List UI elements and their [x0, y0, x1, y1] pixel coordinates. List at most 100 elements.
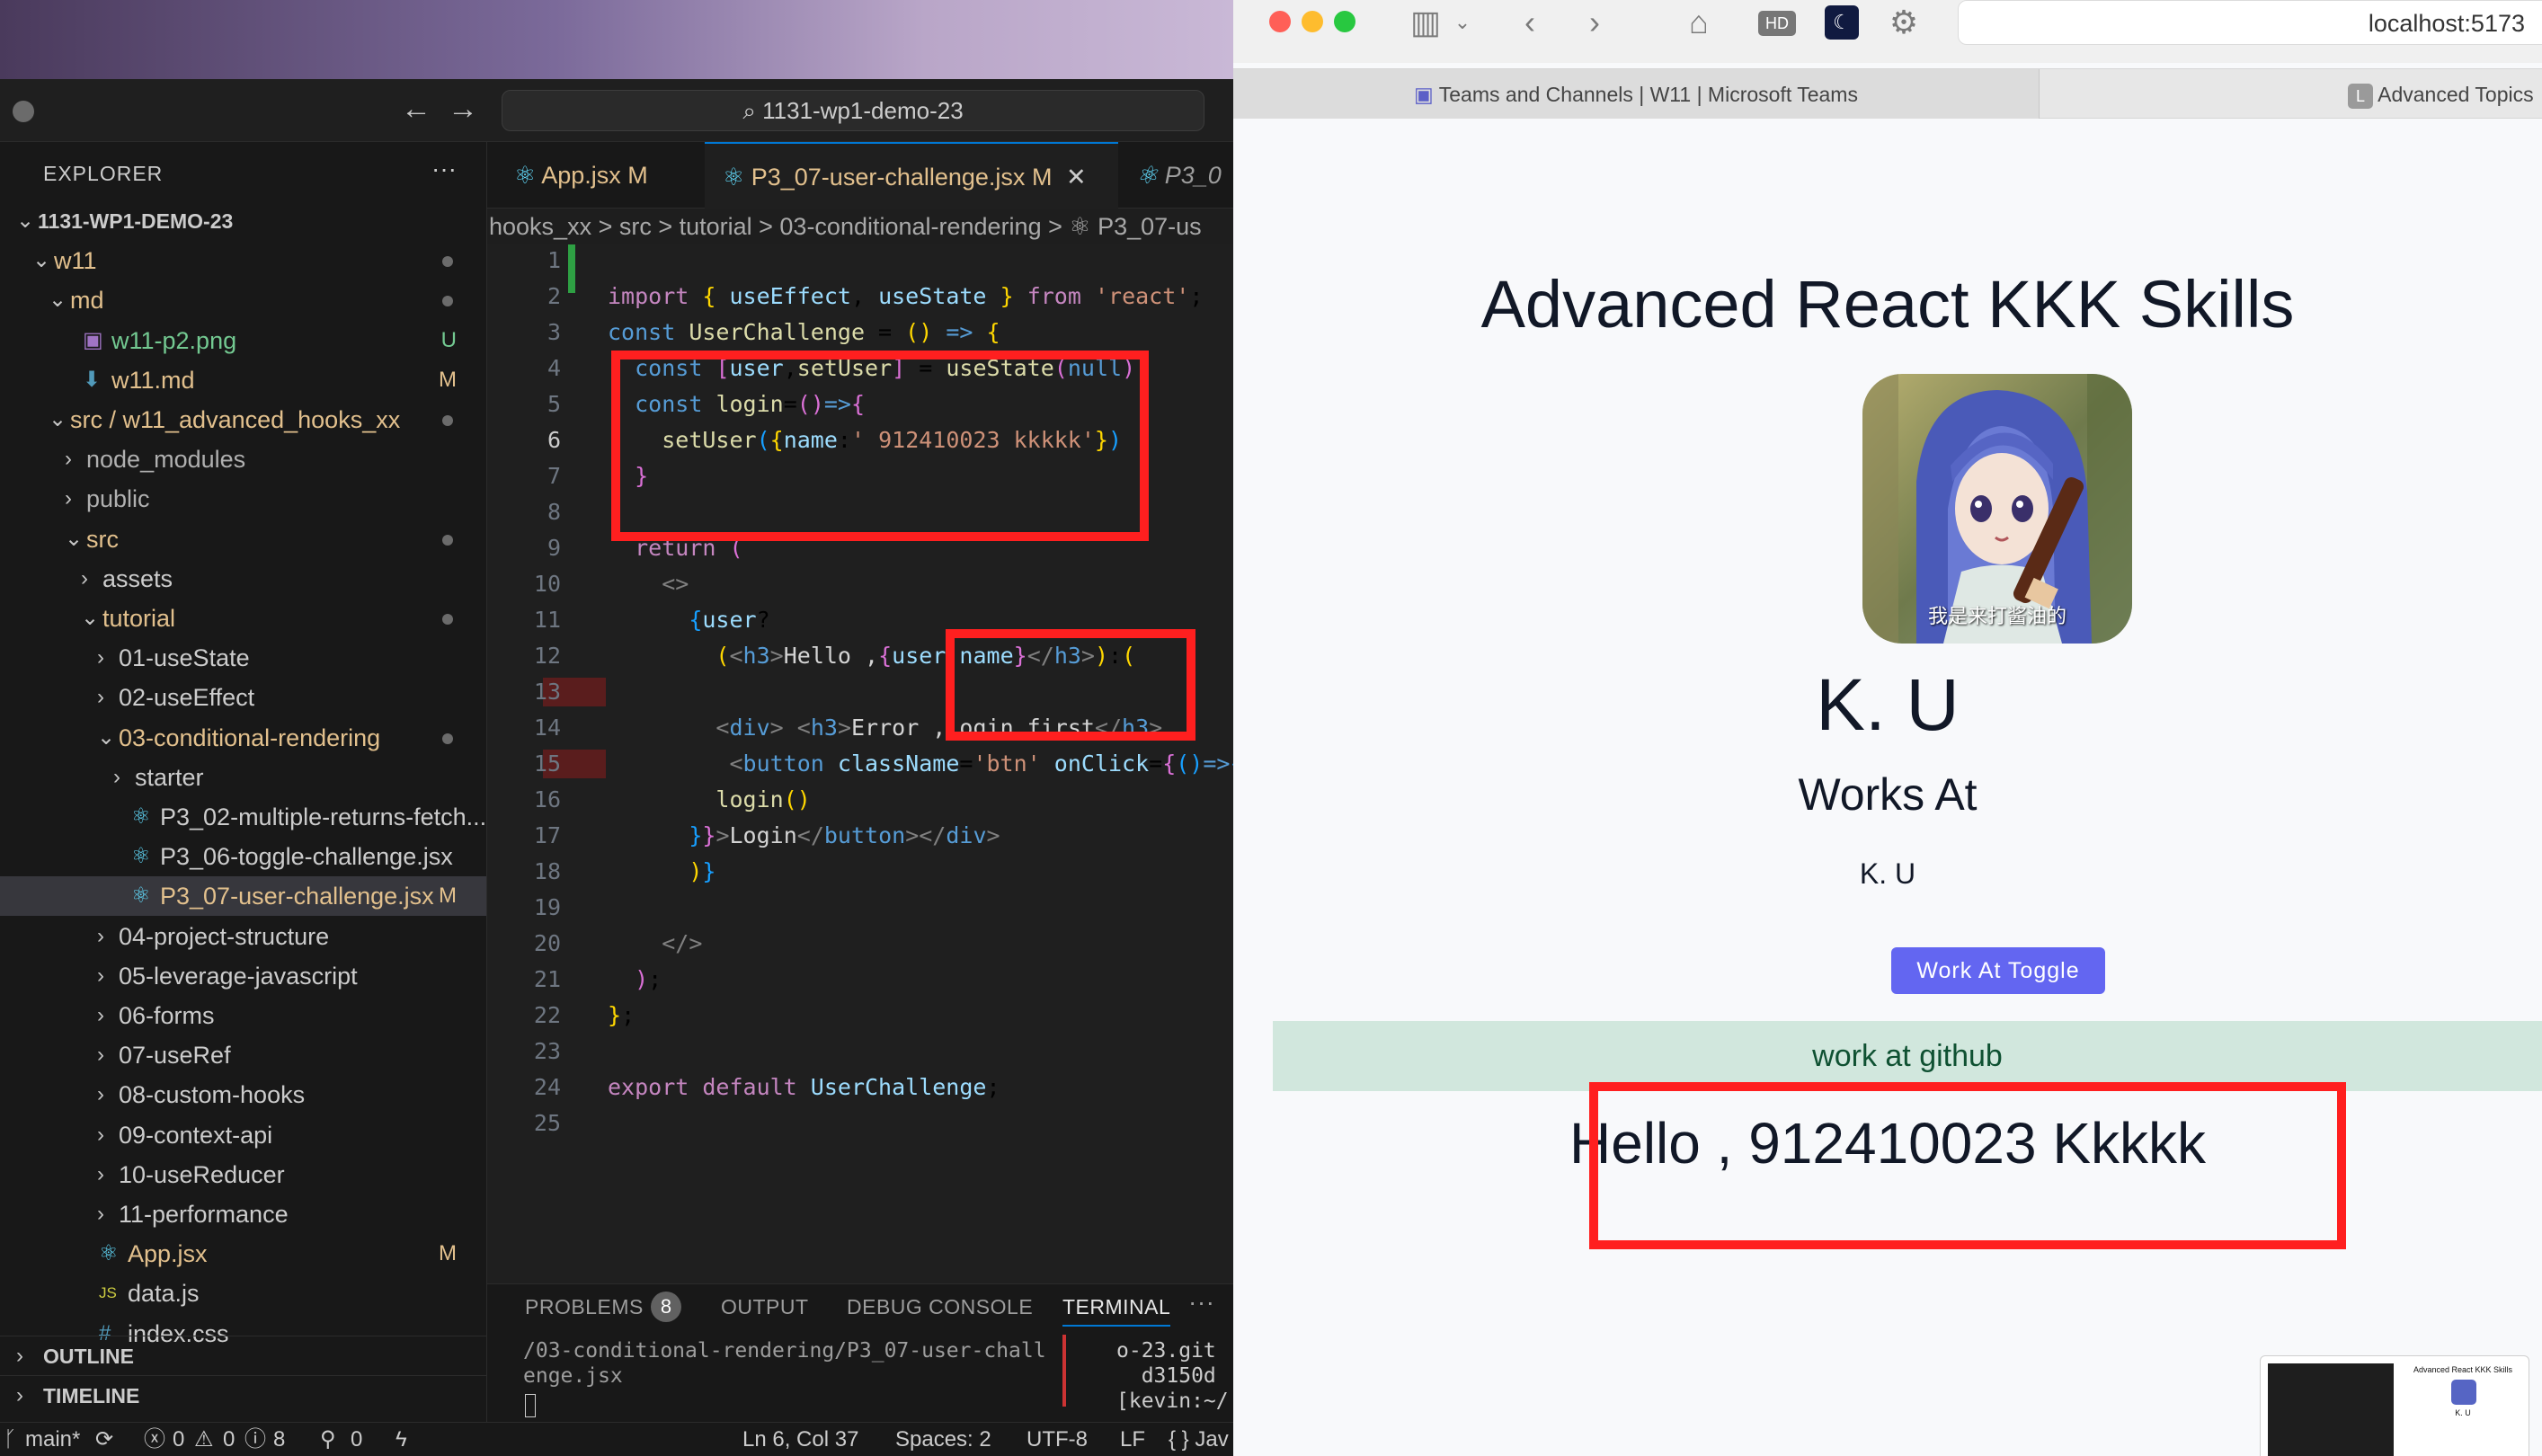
- outline-section[interactable]: › OUTLINE: [0, 1336, 486, 1376]
- tab-teams[interactable]: ▣ Teams and Channels | W11 | Microsoft T…: [1233, 69, 2040, 120]
- tab-debug-console[interactable]: DEBUG CONSOLE: [847, 1295, 1033, 1319]
- code-line[interactable]: 21 );: [487, 963, 1233, 996]
- tree-item[interactable]: › node_modules: [0, 439, 486, 479]
- tree-item[interactable]: ⌄ tutorial: [0, 599, 486, 638]
- line-number: 2: [547, 283, 561, 309]
- code-line[interactable]: 20 </>: [487, 928, 1233, 960]
- timeline-section[interactable]: › TIMELINE: [0, 1375, 486, 1416]
- ports-count[interactable]: 0: [351, 1423, 362, 1456]
- forward-arrow-icon[interactable]: →: [448, 93, 478, 124]
- close-icon[interactable]: ✕: [1066, 164, 1087, 191]
- home-icon[interactable]: ⌂: [1679, 0, 1719, 45]
- gear-icon[interactable]: ⚙: [1884, 0, 1924, 45]
- tree-item[interactable]: ▣ w11-p2.png U: [0, 321, 486, 360]
- info-count[interactable]: 8: [273, 1423, 285, 1456]
- tree-item[interactable]: › 05-leverage-javascript: [0, 956, 486, 996]
- tree-item[interactable]: ⚛ P3_02-multiple-returns-fetch...: [0, 797, 486, 837]
- code-line[interactable]: 16 login(): [487, 784, 1233, 816]
- line-number: 8: [547, 499, 561, 525]
- tree-item[interactable]: › 06-forms: [0, 996, 486, 1035]
- tree-item[interactable]: › 09-context-api: [0, 1115, 486, 1155]
- tab-advanced-topics[interactable]: L Advanced Topics: [2348, 69, 2542, 120]
- tree-item[interactable]: ⌄ src: [0, 519, 486, 559]
- tab-p3-07-user-challenge[interactable]: ⚛ P3_07-user-challenge.jsx M ✕: [705, 142, 1118, 209]
- code-line[interactable]: 23: [487, 1035, 1233, 1068]
- chevron-down-icon: ⌄: [97, 724, 116, 750]
- tree-item[interactable]: ⌄ md: [0, 280, 486, 320]
- tree-item[interactable]: › public: [0, 479, 486, 519]
- code-line[interactable]: 10 <>: [487, 568, 1233, 600]
- desktop-wallpaper: [0, 0, 1233, 79]
- tab-output[interactable]: OUTPUT: [721, 1295, 809, 1319]
- git-branch[interactable]: main*: [25, 1423, 80, 1456]
- more-actions-icon[interactable]: ···: [431, 155, 457, 183]
- code-line[interactable]: 19: [487, 892, 1233, 924]
- tree-item[interactable]: ⚛ P3_06-toggle-challenge.jsx: [0, 837, 486, 876]
- bottom-panel: PROBLEMS 8 OUTPUT DEBUG CONSOLE TERMINAL…: [487, 1283, 1233, 1422]
- window-thumbnail-preview[interactable]: Advanced React KKK Skills K. U: [2260, 1355, 2529, 1456]
- tree-item-label: 02-useEffect: [119, 684, 255, 712]
- tree-item[interactable]: ⌄ src / w11_advanced_hooks_xx: [0, 400, 486, 439]
- tab-terminal[interactable]: TERMINAL: [1062, 1295, 1171, 1327]
- tab-problems[interactable]: PROBLEMS: [525, 1295, 644, 1319]
- code-line[interactable]: 2 import { useEffect, useState } from 're…: [487, 280, 1233, 313]
- tree-item[interactable]: ⚛ App.jsx M: [0, 1234, 486, 1274]
- tree-item-label: public: [86, 485, 150, 513]
- code-line[interactable]: 3 const UserChallenge = () => {: [487, 316, 1233, 349]
- back-arrow-icon[interactable]: ←: [401, 93, 431, 124]
- breadcrumb[interactable]: hooks_xx > src > tutorial > 03-condition…: [487, 209, 1233, 244]
- hd-extension-icon[interactable]: HD: [1758, 11, 1796, 36]
- tree-item[interactable]: › 07-useRef: [0, 1035, 486, 1075]
- code-line[interactable]: 1: [487, 244, 1233, 277]
- close-window-button[interactable]: [1269, 11, 1291, 32]
- back-icon[interactable]: ‹: [1512, 0, 1548, 45]
- forward-icon[interactable]: ›: [1577, 0, 1613, 45]
- tree-item[interactable]: ⌄ 1131-WP1-DEMO-23: [0, 201, 486, 241]
- tree-item[interactable]: › 10-useReducer: [0, 1155, 486, 1194]
- window-control-dot[interactable]: [13, 101, 34, 122]
- zoom-window-button[interactable]: [1334, 11, 1355, 32]
- code-line[interactable]: 17 }}>Login</button></div>: [487, 820, 1233, 852]
- chevron-down-icon[interactable]: ⌄: [1449, 0, 1476, 45]
- tree-item[interactable]: ⚛ P3_07-user-challenge.jsx M: [0, 876, 486, 917]
- tree-item[interactable]: › starter: [0, 758, 486, 797]
- address-bar[interactable]: localhost:5173: [1958, 0, 2542, 45]
- sidebar-toggle-icon[interactable]: ▥: [1406, 0, 1445, 45]
- tree-item[interactable]: › 11-performance: [0, 1194, 486, 1234]
- chevron-right-icon: ›: [97, 1161, 104, 1186]
- tab-p3-0[interactable]: ⚛ P3_0: [1120, 142, 1233, 209]
- tree-item[interactable]: ⬇ w11.md M: [0, 360, 486, 400]
- tree-item[interactable]: ⌄ w11: [0, 241, 486, 280]
- more-actions-icon[interactable]: ···: [1188, 1288, 1214, 1317]
- warning-count[interactable]: 0: [223, 1423, 235, 1456]
- code-line[interactable]: 25: [487, 1107, 1233, 1140]
- tree-item[interactable]: › assets: [0, 559, 486, 599]
- sync-icon[interactable]: ⟳: [95, 1423, 113, 1456]
- end-of-line[interactable]: LF: [1120, 1423, 1145, 1456]
- minimize-window-button[interactable]: [1302, 11, 1323, 32]
- lightning-icon[interactable]: ϟ: [396, 1423, 407, 1456]
- git-branch-icon: ᚴ: [4, 1427, 17, 1452]
- code-line[interactable]: 22};: [487, 999, 1233, 1032]
- cursor-position[interactable]: Ln 6, Col 37: [742, 1423, 858, 1456]
- dark-mode-extension-icon[interactable]: ☾: [1825, 5, 1859, 40]
- terminal-left-output[interactable]: /03-conditional-rendering/P3_07-user-cha…: [523, 1338, 1098, 1389]
- tree-item[interactable]: › 02-useEffect: [0, 678, 486, 717]
- tree-item[interactable]: › 08-custom-hooks: [0, 1075, 486, 1114]
- tree-item[interactable]: ⌄ 03-conditional-rendering: [0, 718, 486, 758]
- indentation[interactable]: Spaces: 2: [895, 1423, 991, 1456]
- tree-item-label: data.js: [128, 1280, 200, 1308]
- language-mode[interactable]: { } Jav: [1169, 1423, 1229, 1456]
- code-line[interactable]: 18 )}: [487, 856, 1233, 888]
- tree-item[interactable]: JS data.js: [0, 1274, 486, 1313]
- tree-item[interactable]: › 04-project-structure: [0, 917, 486, 956]
- error-count[interactable]: 0: [173, 1423, 184, 1456]
- encoding[interactable]: UTF-8: [1027, 1423, 1088, 1456]
- tree-item[interactable]: › 01-useState: [0, 638, 486, 678]
- terminal-right-output[interactable]: o-23.git d3150d [kevin:~/: [1116, 1338, 1233, 1414]
- tab-app-jsx[interactable]: ⚛ App.jsx M: [487, 142, 703, 209]
- work-at-toggle-button[interactable]: Work At Toggle: [1891, 947, 2105, 994]
- code-line[interactable]: 24 export default UserChallenge;: [487, 1071, 1233, 1104]
- command-center-search[interactable]: ⌕ 1131-wp1-demo-23: [502, 90, 1204, 131]
- code-line[interactable]: 15 <button className='btn' onClick={()=>…: [487, 748, 1233, 780]
